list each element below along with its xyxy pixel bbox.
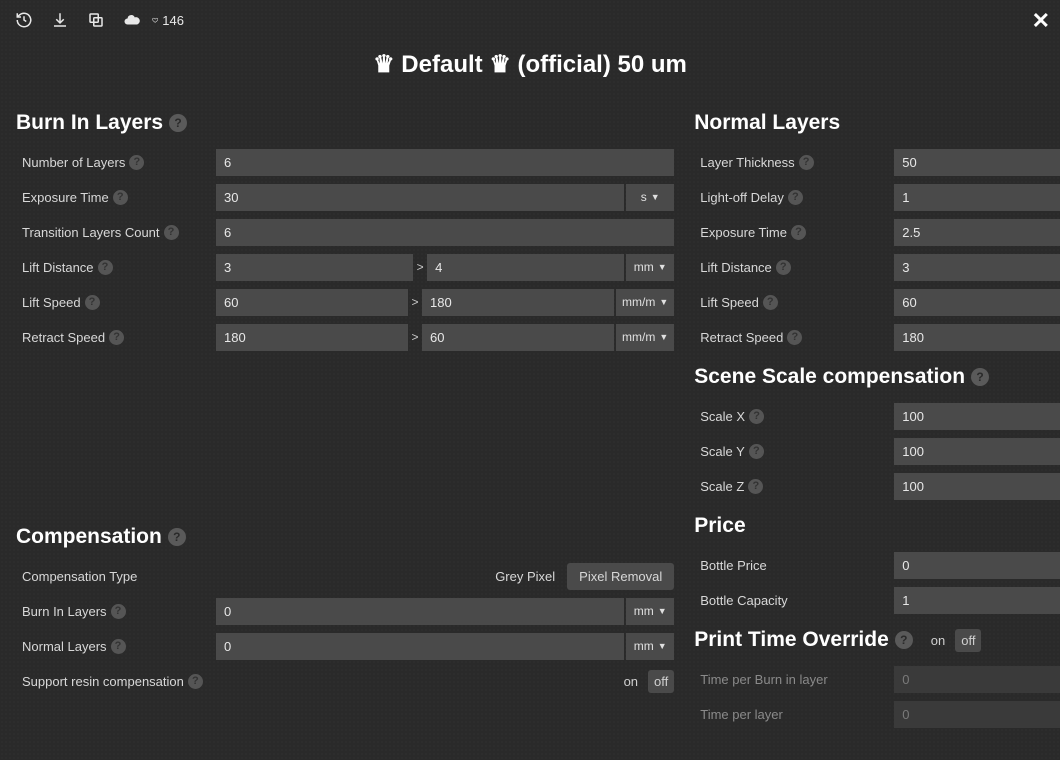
support-resin-off[interactable]: off xyxy=(648,670,674,693)
comp-normal-label: Normal Layers? xyxy=(16,639,216,654)
help-icon[interactable]: ? xyxy=(895,631,913,649)
grey-pixel-option[interactable]: Grey Pixel xyxy=(483,563,567,590)
number-of-layers-input[interactable] xyxy=(216,149,674,176)
help-icon[interactable]: ? xyxy=(169,114,187,132)
toolbar: 146 ✕ xyxy=(0,0,1060,40)
transition-count-label: Transition Layers Count? xyxy=(16,225,216,240)
burn-exposure-unit[interactable]: s▼ xyxy=(626,184,674,211)
bottle-price-label: Bottle Price xyxy=(694,558,894,573)
burn-lift-speed-unit[interactable]: mm/m▼ xyxy=(616,289,674,316)
help-icon[interactable]: ? xyxy=(113,190,128,205)
comp-normal-unit[interactable]: mm▼ xyxy=(626,633,674,660)
burn-lift-speed-label: Lift Speed? xyxy=(16,295,216,310)
help-icon[interactable]: ? xyxy=(109,330,124,345)
layer-thickness-label: Layer Thickness? xyxy=(694,155,894,170)
number-of-layers-label: Number of Layers? xyxy=(16,155,216,170)
burn-retract-b[interactable] xyxy=(422,324,614,351)
bottle-capacity-label: Bottle Capacity xyxy=(694,593,894,608)
pixel-removal-option[interactable]: Pixel Removal xyxy=(567,563,674,590)
help-icon[interactable]: ? xyxy=(788,190,803,205)
normal-lift-speed-a[interactable] xyxy=(894,289,1060,316)
support-resin-label: Support resin compensation? xyxy=(16,674,203,689)
history-icon[interactable] xyxy=(8,6,40,34)
burn-lift-speed-a[interactable] xyxy=(216,289,408,316)
help-icon[interactable]: ? xyxy=(164,225,179,240)
compensation-type-label: Compensation Type xyxy=(16,569,216,584)
help-icon[interactable]: ? xyxy=(98,260,113,275)
normal-heading: Normal Layers xyxy=(694,111,1060,135)
burn-exposure-input[interactable] xyxy=(216,184,624,211)
scale-y-label: Scale Y? xyxy=(694,444,894,459)
pto-layer-label: Time per layer xyxy=(694,707,894,722)
scale-y-input[interactable] xyxy=(894,438,1060,465)
help-icon[interactable]: ? xyxy=(168,528,186,546)
help-icon[interactable]: ? xyxy=(748,479,763,494)
download-icon[interactable] xyxy=(44,6,76,34)
normal-retract-a[interactable] xyxy=(894,324,1060,351)
help-icon[interactable]: ? xyxy=(129,155,144,170)
normal-lift-speed-label: Lift Speed? xyxy=(694,295,894,310)
scale-x-input[interactable] xyxy=(894,403,1060,430)
pto-burn-label: Time per Burn in layer xyxy=(694,672,894,687)
scale-z-label: Scale Z? xyxy=(694,479,894,494)
scale-heading: Scene Scale compensation? xyxy=(694,365,1060,389)
help-icon[interactable]: ? xyxy=(749,409,764,424)
comp-burn-label: Burn In Layers? xyxy=(16,604,216,619)
normal-lift-distance-a[interactable] xyxy=(894,254,1060,281)
help-icon[interactable]: ? xyxy=(971,368,989,386)
compensation-heading: Compensation? xyxy=(16,525,674,549)
help-icon[interactable]: ? xyxy=(799,155,814,170)
help-icon[interactable]: ? xyxy=(111,639,126,654)
normal-exposure-input[interactable] xyxy=(894,219,1060,246)
light-off-input[interactable] xyxy=(894,184,1060,211)
help-icon[interactable]: ? xyxy=(111,604,126,619)
burn-lift-distance-a[interactable] xyxy=(216,254,413,281)
pto-layer-input xyxy=(894,701,1060,728)
cloud-icon[interactable] xyxy=(116,6,148,34)
burn-retract-a[interactable] xyxy=(216,324,408,351)
light-off-label: Light-off Delay? xyxy=(694,190,894,205)
pto-off[interactable]: off xyxy=(955,629,981,652)
comp-burn-input[interactable] xyxy=(216,598,624,625)
pto-burn-input xyxy=(894,666,1060,693)
normal-retract-label: Retract Speed? xyxy=(694,330,894,345)
burn-retract-unit[interactable]: mm/m▼ xyxy=(616,324,674,351)
scale-z-input[interactable] xyxy=(894,473,1060,500)
help-icon[interactable]: ? xyxy=(188,674,203,689)
support-resin-on[interactable]: on xyxy=(618,670,644,693)
burn-lift-distance-b[interactable] xyxy=(427,254,624,281)
transition-count-input[interactable] xyxy=(216,219,674,246)
close-icon[interactable]: ✕ xyxy=(1032,8,1050,34)
burn-lift-distance-unit[interactable]: mm▼ xyxy=(626,254,674,281)
burn-lift-speed-b[interactable] xyxy=(422,289,614,316)
sep-icon: > xyxy=(408,289,422,316)
layer-thickness-input[interactable] xyxy=(894,149,1060,176)
likes-button[interactable]: 146 xyxy=(152,6,184,34)
help-icon[interactable]: ? xyxy=(776,260,791,275)
normal-exposure-label: Exposure Time? xyxy=(694,225,894,240)
pto-heading: Print Time Override? on off xyxy=(694,628,1060,652)
help-icon[interactable]: ? xyxy=(763,295,778,310)
bottle-capacity-input[interactable] xyxy=(894,587,1060,614)
page-title: ♛ Default ♛ (official) 50 um xyxy=(0,50,1060,79)
copy-icon[interactable] xyxy=(80,6,112,34)
comp-burn-unit[interactable]: mm▼ xyxy=(626,598,674,625)
normal-lift-distance-label: Lift Distance? xyxy=(694,260,894,275)
help-icon[interactable]: ? xyxy=(791,225,806,240)
sep-icon: > xyxy=(413,254,427,281)
bottle-price-input[interactable] xyxy=(894,552,1060,579)
help-icon[interactable]: ? xyxy=(85,295,100,310)
help-icon[interactable]: ? xyxy=(749,444,764,459)
help-icon[interactable]: ? xyxy=(787,330,802,345)
burn-retract-label: Retract Speed? xyxy=(16,330,216,345)
comp-normal-input[interactable] xyxy=(216,633,624,660)
burn-exposure-label: Exposure Time? xyxy=(16,190,216,205)
price-heading: Price xyxy=(694,514,1060,538)
burn-lift-distance-label: Lift Distance? xyxy=(16,260,216,275)
scale-x-label: Scale X? xyxy=(694,409,894,424)
sep-icon: > xyxy=(408,324,422,351)
burn-heading: Burn In Layers? xyxy=(16,111,674,135)
pto-on[interactable]: on xyxy=(925,629,951,652)
likes-count: 146 xyxy=(162,13,184,28)
